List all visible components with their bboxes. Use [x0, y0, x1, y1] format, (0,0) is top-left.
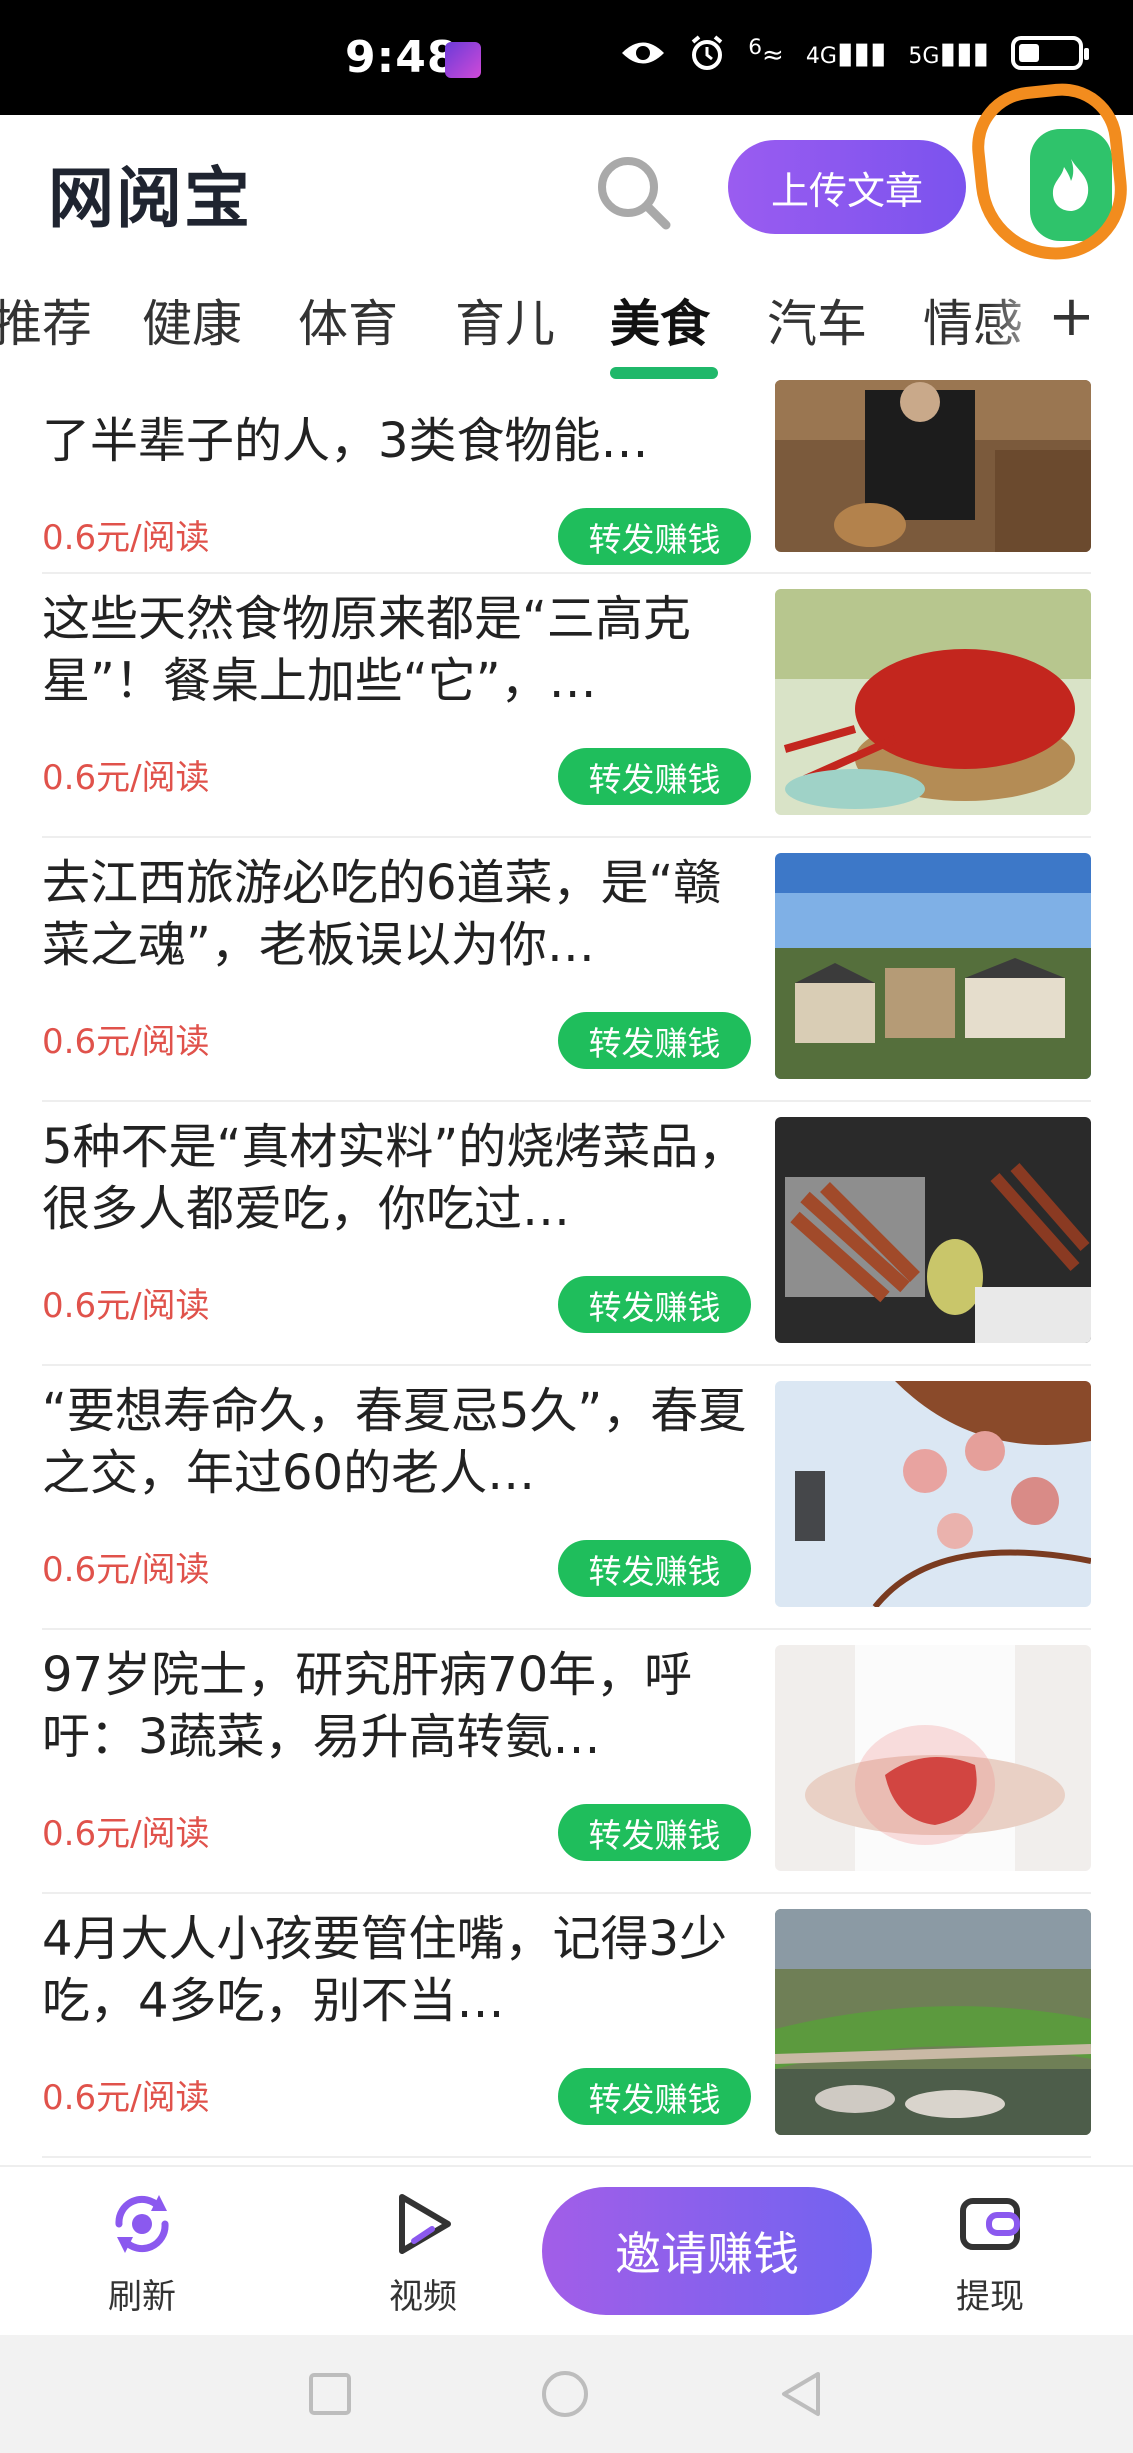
article-item[interactable]: 去江西旅游必吃的6道菜，是“赣菜之魂”，老板误以为你… 0.6元/阅读 转发赚钱: [0, 838, 1133, 1102]
tab-parenting[interactable]: 育儿: [455, 284, 555, 356]
share-earn-button[interactable]: 转发赚钱: [558, 2068, 751, 2125]
refresh-button[interactable]: 刷新: [72, 2189, 212, 2318]
category-tabs: 推荐 健康 体育 育儿 美食 汽车 情感 +: [0, 262, 1133, 380]
article-price: 0.6元/阅读: [42, 1550, 210, 1590]
article-item[interactable]: 97岁院士，研究肝病70年，呼吁：3蔬菜，易升高转氨… 0.6元/阅读 转发赚钱: [0, 1630, 1133, 1894]
refresh-label: 刷新: [108, 2277, 176, 2317]
article-thumbnail: [775, 1909, 1091, 2135]
status-icons: 6≈ 4G▮▮▮ 5G▮▮▮: [620, 34, 1089, 72]
article-item[interactable]: 5种不是“真材实料”的烧烤菜品，很多人都爱吃，你吃过… 0.6元/阅读 转发赚钱: [0, 1102, 1133, 1366]
article-item[interactable]: 4月大人小孩要管住嘴，记得3少吃，4多吃，别不当… 0.6元/阅读 转发赚钱: [0, 1894, 1133, 2158]
upload-article-button[interactable]: 上传文章: [728, 140, 966, 234]
tab-car[interactable]: 汽车: [767, 284, 867, 356]
video-label: 视频: [389, 2277, 457, 2317]
article-price: 0.6元/阅读: [42, 2078, 210, 2118]
tab-health[interactable]: 健康: [142, 284, 242, 356]
status-bar: 9:48 6≈ 4G▮▮▮ 5G▮▮▮: [0, 0, 1133, 115]
signal-4g-icon: 4G▮▮▮: [805, 35, 887, 71]
refresh-icon: [115, 2195, 169, 2253]
article-thumbnail: [775, 1117, 1091, 1343]
tab-food[interactable]: 美食: [610, 284, 710, 356]
tab-recommend[interactable]: 推荐: [0, 284, 92, 356]
signal-4g-label: 4G: [805, 43, 837, 69]
article-price: 0.6元/阅读: [42, 1814, 210, 1854]
status-time: 9:48: [345, 32, 459, 83]
article-thumbnail: [775, 380, 1091, 552]
share-earn-button[interactable]: 转发赚钱: [558, 1540, 751, 1597]
article-title: 97岁院士，研究肝病70年，呼吁：3蔬菜，易升高转氨…: [42, 1647, 693, 1765]
article-thumbnail: [775, 853, 1091, 1079]
app-notification-icon: [445, 42, 481, 78]
article-thumbnail: [775, 1645, 1091, 1871]
tab-sports[interactable]: 体育: [298, 284, 398, 356]
article-title: “要想寿命久，春夏忌5久”，春夏之交，年过60的老人…: [42, 1383, 747, 1501]
signal-5g-icon: 5G▮▮▮: [908, 35, 989, 71]
system-nav-bar: [0, 2335, 1133, 2453]
share-earn-button[interactable]: 转发赚钱: [558, 1012, 751, 1069]
search-button[interactable]: [592, 151, 676, 235]
article-title: 4月大人小孩要管住嘴，记得3少吃，4多吃，别不当…: [42, 1911, 728, 2029]
video-button[interactable]: 视频: [353, 2189, 493, 2318]
share-earn-button[interactable]: 转发赚钱: [558, 508, 751, 565]
add-category-button[interactable]: +: [1048, 284, 1095, 349]
article-title: 这些天然食物原来都是“三高克星”！餐桌上加些“它”，…: [42, 591, 691, 709]
app-logo: 网阅宝: [48, 160, 252, 237]
share-earn-button[interactable]: 转发赚钱: [558, 1276, 751, 1333]
article-title: 了半辈子的人，3类食物能…: [42, 413, 649, 469]
eye-icon: [622, 42, 665, 64]
article-item[interactable]: 这些天然食物原来都是“三高克星”！餐桌上加些“它”，… 0.6元/阅读 转发赚钱: [0, 574, 1133, 838]
invite-earn-button[interactable]: 邀请赚钱: [542, 2187, 872, 2315]
active-tab-indicator: [610, 367, 718, 379]
article-price: 0.6元/阅读: [42, 1022, 210, 1062]
alarm-icon: [691, 35, 723, 70]
article-title: 5种不是“真材实料”的烧烤菜品，很多人都爱吃，你吃过…: [42, 1119, 747, 1237]
home-icon[interactable]: [540, 2369, 590, 2419]
article-thumbnail: [775, 1381, 1091, 1607]
share-earn-button[interactable]: 转发赚钱: [558, 748, 751, 805]
search-icon: [598, 157, 671, 230]
article-price: 0.6元/阅读: [42, 1286, 210, 1326]
article-item[interactable]: 了半辈子的人，3类食物能… 0.6元/阅读 转发赚钱: [0, 380, 1133, 574]
back-icon[interactable]: [778, 2369, 824, 2419]
article-price: 0.6元/阅读: [42, 518, 210, 558]
article-price: 0.6元/阅读: [42, 758, 210, 798]
share-earn-button[interactable]: 转发赚钱: [558, 1804, 751, 1861]
play-icon: [399, 2194, 451, 2254]
article-title: 去江西旅游必吃的6道菜，是“赣菜之魂”，老板误以为你…: [42, 855, 722, 973]
article-thumbnail: [775, 589, 1091, 815]
wifi-label: 6: [748, 35, 763, 61]
recents-icon[interactable]: [307, 2371, 353, 2417]
article-item[interactable]: “要想寿命久，春夏忌5久”，春夏之交，年过60的老人… 0.6元/阅读 转发赚钱: [0, 1366, 1133, 1630]
wallet-icon: [960, 2198, 1020, 2250]
signal-5g-label: 5G: [908, 43, 940, 69]
app-header: 网阅宝 上传文章: [0, 77, 1133, 268]
annotation-highlight: [966, 77, 1133, 268]
withdraw-label: 提现: [956, 2277, 1024, 2317]
battery-icon: [1011, 36, 1089, 70]
bottom-nav: 刷新 视频 邀请赚钱 提现: [0, 2165, 1133, 2337]
article-feed: 了半辈子的人，3类食物能… 0.6元/阅读 转发赚钱 这些天然食物原来都是“三高…: [0, 380, 1133, 2165]
divider: [42, 2156, 1091, 2158]
wifi-icon: 6≈: [748, 35, 784, 71]
withdraw-button[interactable]: 提现: [920, 2189, 1060, 2318]
